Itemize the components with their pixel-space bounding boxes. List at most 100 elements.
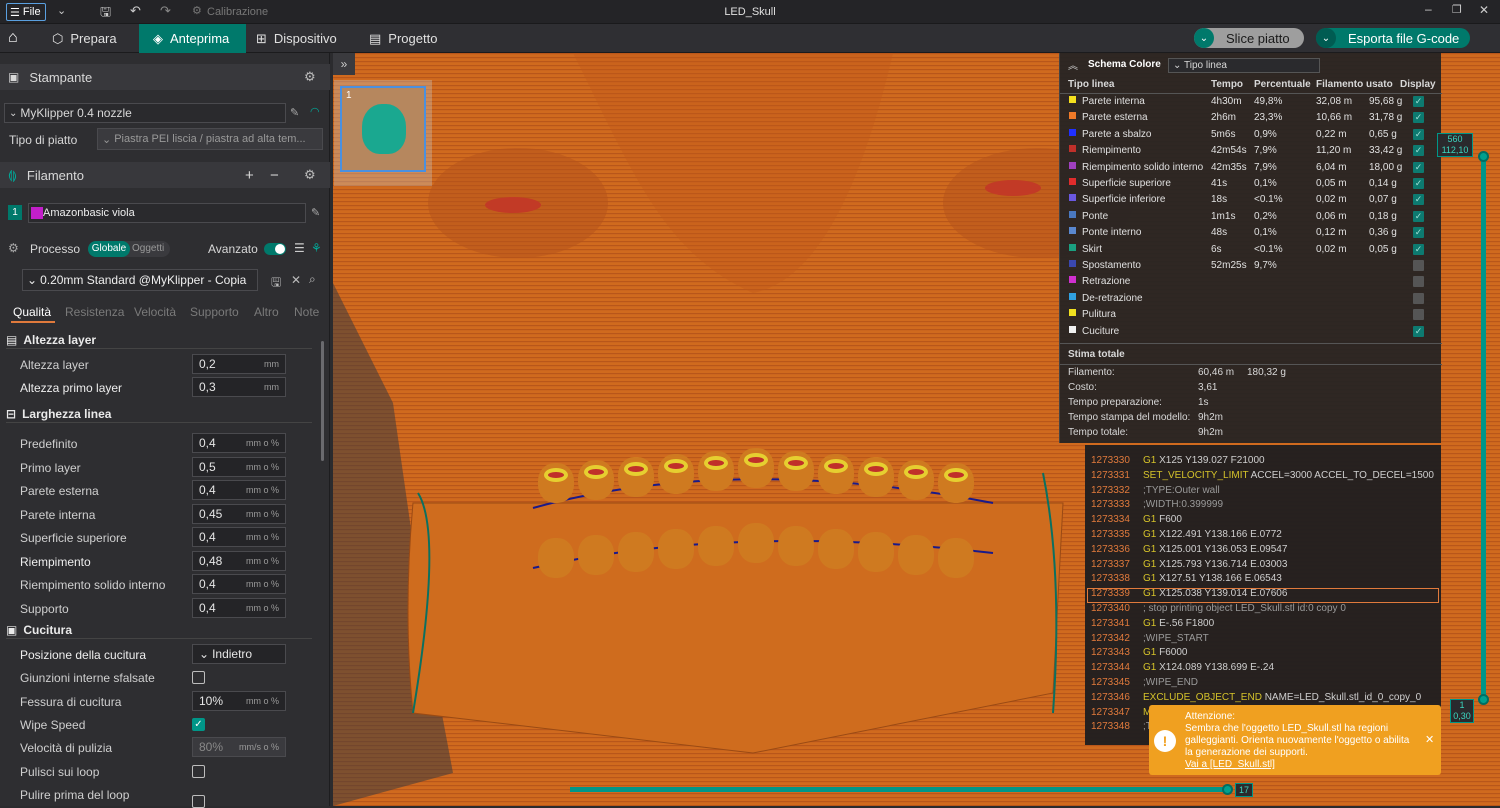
plate-thumbnail-frame[interactable]: 1	[340, 86, 426, 172]
gcode-viewer[interactable]: 1273330 G1 X125 Y139.027 F21000 1273331 SET…	[1085, 445, 1441, 745]
network-icon[interactable]: ⚘	[311, 241, 322, 255]
home-icon[interactable]: ⌂	[8, 29, 18, 47]
first-layer-line-width-input[interactable]: 0,5 mm o %	[192, 456, 286, 477]
display-checkbox[interactable]: ✓	[1413, 227, 1424, 239]
restore-icon[interactable]: ❐	[1452, 3, 1462, 16]
gcode-line[interactable]: 1273341 G1 E-.56 F1800	[1091, 618, 1437, 632]
tab-prepara[interactable]: ⬡ Prepara	[38, 24, 138, 53]
seam-gap-input[interactable]: 10% mm o %	[192, 691, 286, 711]
display-checkbox[interactable]	[1413, 309, 1424, 321]
filament-item[interactable]: 1 Amazonbasic viola	[4, 203, 306, 223]
gcode-line[interactable]: 1273340 ; stop printing object LED_Skull.…	[1091, 603, 1437, 617]
solid-infill-line-width-input[interactable]: 0,4 mm o %	[192, 574, 286, 594]
redo-icon[interactable]: ↷	[160, 3, 171, 19]
toggle-objects[interactable]: Oggetti	[132, 243, 164, 254]
display-checkbox[interactable]	[1413, 260, 1424, 271]
save-icon[interactable]: 🖫	[100, 3, 111, 25]
tab-supporto[interactable]: Supporto	[190, 305, 239, 319]
display-checkbox[interactable]: ✓	[1413, 128, 1424, 140]
gcode-line[interactable]: 1273342 ;WIPE_START	[1091, 633, 1437, 647]
chevron-down-icon[interactable]: ⌄	[57, 4, 66, 17]
process-profile-select[interactable]: ⌄ 0.20mm Standard @MyKlipper - Copia	[22, 269, 258, 291]
slice-dropdown-icon[interactable]: ⌄	[1194, 28, 1214, 48]
gcode-line[interactable]: 1273344 G1 X124.089 Y138.699 E-.24	[1091, 662, 1437, 676]
wipe-speed-checkbox[interactable]: ✓	[192, 718, 205, 731]
display-checkbox[interactable]: ✓	[1413, 210, 1424, 222]
export-gcode-button[interactable]: ⌄ Esporta file G-code	[1316, 28, 1470, 48]
close-icon[interactable]: ✕	[1479, 3, 1489, 17]
printer-settings-icon[interactable]: ⚙	[304, 69, 316, 85]
minimize-icon[interactable]: –	[1425, 2, 1432, 16]
display-checkbox[interactable]: ✓	[1413, 112, 1424, 124]
warning-link[interactable]: Vai a [LED_Skull.stl]	[1185, 759, 1275, 770]
gcode-line[interactable]: 1273346 EXCLUDE_OBJECT_END NAME=LED_Skull…	[1091, 692, 1437, 706]
tab-resistenza[interactable]: Resistenza	[65, 305, 124, 319]
gcode-line[interactable]: 1273330 G1 X125 Y139.027 F21000	[1091, 455, 1437, 469]
gcode-line[interactable]: 1273335 G1 X122.491 Y138.166 E.0772	[1091, 529, 1437, 543]
layer-slider-bottom-handle[interactable]	[1478, 694, 1489, 705]
remove-filament-icon[interactable]: −	[270, 167, 279, 184]
gcode-line[interactable]: 1273339 G1 X125.038 Y139.014 E.07606	[1091, 588, 1437, 602]
calibration-icon[interactable]: ⚙	[192, 4, 202, 17]
infill-line-width-input[interactable]: 0,48 mm o %	[192, 550, 286, 571]
slice-plate-button[interactable]: ⌄ Slice piatto	[1194, 28, 1304, 48]
tab-qualita[interactable]: Qualità	[13, 305, 51, 319]
file-menu-button[interactable]: ☰ File	[6, 3, 46, 21]
display-checkbox[interactable]: ✓	[1413, 96, 1424, 107]
plate-thumbnail[interactable]: 1	[334, 80, 432, 186]
gcode-line[interactable]: 1273337 G1 X125.793 Y136.714 E.03003	[1091, 559, 1437, 573]
gcode-line[interactable]: 1273336 G1 X125.001 Y136.053 E.09547	[1091, 544, 1437, 558]
close-icon[interactable]: ✕	[291, 273, 301, 287]
gcode-line[interactable]: 1273333 ;WIDTH:0.399999	[1091, 499, 1437, 513]
move-slider-handle[interactable]	[1222, 784, 1233, 795]
tab-dispositivo[interactable]: ⊞ Dispositivo	[242, 24, 352, 53]
wifi-icon[interactable]: ◠	[310, 105, 320, 118]
gcode-line[interactable]: 1273331 SET_VELOCITY_LIMIT ACCEL=3000 ACC…	[1091, 470, 1437, 484]
calibration-menu[interactable]: Calibrazione	[207, 6, 268, 18]
edit-printer-icon[interactable]: ✎	[290, 106, 299, 119]
close-warning-icon[interactable]: ✕	[1425, 733, 1434, 746]
tab-velocita[interactable]: Velocità	[134, 305, 176, 319]
printer-select[interactable]: ⌄ MyKlipper 0.4 nozzle	[4, 103, 286, 123]
filament-settings-icon[interactable]: ⚙	[304, 167, 316, 183]
advanced-toggle[interactable]	[264, 243, 286, 255]
display-checkbox[interactable]	[1413, 276, 1424, 288]
toggle-global[interactable]: Globale	[88, 241, 130, 257]
gcode-line[interactable]: 1273345 ;WIPE_END	[1091, 677, 1437, 691]
tab-anteprima[interactable]: ◈ Anteprima	[139, 24, 246, 53]
export-dropdown-icon[interactable]: ⌄	[1316, 28, 1336, 48]
display-checkbox[interactable]: ✓	[1413, 145, 1424, 157]
gcode-line[interactable]: 1273338 G1 X127.51 Y138.166 E.06543	[1091, 573, 1437, 587]
collapse-sidebar-button[interactable]: »	[333, 53, 355, 75]
save-profile-icon[interactable]: 🖫	[271, 273, 281, 294]
compare-icon[interactable]: ☰	[294, 241, 305, 255]
undo-icon[interactable]: ↶	[130, 3, 141, 19]
edit-filament-icon[interactable]: ✎	[311, 206, 320, 219]
gcode-line[interactable]: 1273343 G1 F6000	[1091, 647, 1437, 661]
tab-progetto[interactable]: ▤ Progetto	[355, 24, 455, 53]
support-line-width-input[interactable]: 0,4 mm o %	[192, 597, 286, 618]
gcode-line[interactable]: 1273332 ;TYPE:Outer wall	[1091, 485, 1437, 499]
top-surface-line-width-input[interactable]: 0,4 mm o %	[192, 527, 286, 547]
layer-height-input[interactable]: 0,2 mm	[192, 354, 286, 374]
clean-speed-input[interactable]: 80% mm/s o %	[192, 737, 286, 757]
first-layer-height-input[interactable]: 0,3 mm	[192, 377, 286, 397]
display-checkbox[interactable]: ✓	[1413, 325, 1424, 337]
plate-type-select[interactable]: ⌄ Piastra PEI liscia / piastra ad alta t…	[97, 128, 323, 150]
layer-slider-track[interactable]	[1481, 155, 1486, 700]
display-checkbox[interactable]: ✓	[1413, 161, 1424, 173]
layer-slider-top-handle[interactable]	[1478, 151, 1489, 162]
tab-altro[interactable]: Altro	[254, 305, 279, 319]
default-line-width-input[interactable]: 0,4 mm o %	[192, 433, 286, 453]
display-checkbox[interactable]: ✓	[1413, 178, 1424, 189]
display-checkbox[interactable]: ✓	[1413, 194, 1424, 206]
display-checkbox[interactable]: ✓	[1413, 243, 1424, 255]
clean-loops-checkbox[interactable]	[192, 765, 205, 778]
scrollbar[interactable]	[321, 341, 324, 461]
color-scheme-select[interactable]: ⌄ Tipo linea	[1168, 58, 1320, 73]
staggered-seams-checkbox[interactable]	[192, 671, 205, 684]
collapse-legend-icon[interactable]: ︽	[1068, 57, 1078, 72]
global-objects-toggle[interactable]: Globale Oggetti	[88, 241, 170, 257]
clean-before-loop-checkbox[interactable]	[192, 795, 205, 808]
move-slider-track[interactable]	[570, 787, 1228, 792]
